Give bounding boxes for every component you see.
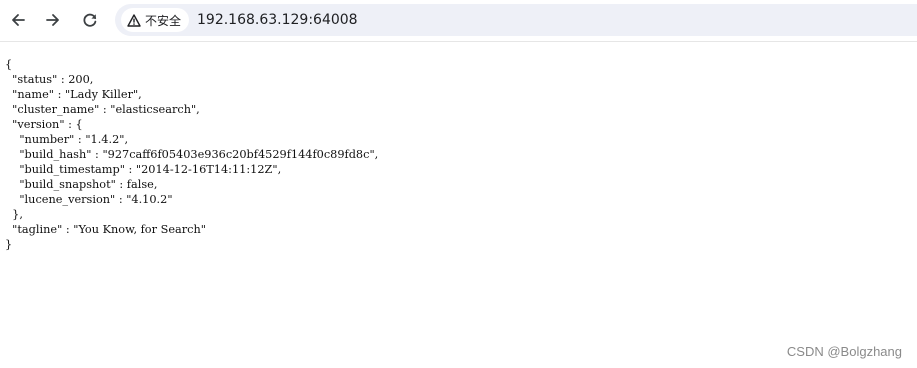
json-line: } xyxy=(5,238,13,251)
arrow-left-icon xyxy=(12,14,25,26)
warning-triangle-icon xyxy=(127,13,141,27)
address-bar[interactable]: 不安全 192.168.63.129:64008 xyxy=(115,4,917,36)
json-line: "status" : 200, xyxy=(5,73,94,86)
reload-button[interactable] xyxy=(79,9,101,31)
arrow-right-icon xyxy=(46,14,59,26)
security-indicator[interactable]: 不安全 xyxy=(121,8,190,32)
json-line: "lucene_version" : "4.10.2" xyxy=(5,193,173,206)
json-line: { xyxy=(5,58,13,71)
json-response-body: { "status" : 200, "name" : "Lady Killer"… xyxy=(5,57,378,252)
json-line: "cluster_name" : "elasticsearch", xyxy=(5,103,200,116)
forward-button[interactable] xyxy=(42,9,64,31)
back-button[interactable] xyxy=(7,9,29,31)
csdn-watermark: CSDN @Bolgzhang xyxy=(786,344,902,359)
url-text[interactable]: 192.168.63.129:64008 xyxy=(197,11,358,29)
security-label: 不安全 xyxy=(145,13,182,28)
json-line: "build_timestamp" : "2014-12-16T14:11:12… xyxy=(5,163,282,176)
json-line: }, xyxy=(5,208,23,221)
json-line: "build_snapshot" : false, xyxy=(5,178,158,191)
json-line: "number" : "1.4.2", xyxy=(5,133,129,146)
json-line: "build_hash" : "927caff6f05403e936c20bf4… xyxy=(5,148,379,161)
reload-icon xyxy=(83,13,97,27)
json-line: "tagline" : "You Know, for Search" xyxy=(5,223,206,236)
json-line: "version" : { xyxy=(5,118,83,131)
json-line: "name" : "Lady Killer", xyxy=(5,88,142,101)
browser-toolbar: 不安全 192.168.63.129:64008 xyxy=(0,0,917,42)
